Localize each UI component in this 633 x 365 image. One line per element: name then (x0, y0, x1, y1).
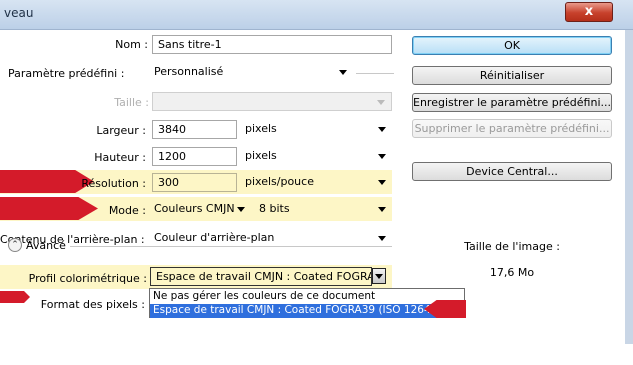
chevron-down-icon (237, 207, 245, 212)
reset-button[interactable]: Réinitialiser (412, 66, 612, 85)
preset-dropdown[interactable]: Personnalisé (149, 63, 353, 82)
bottom-strip (0, 344, 633, 365)
profile-option-no-color-management[interactable]: Ne pas gérer les couleurs de ce document (150, 290, 464, 304)
preset-label: Paramètre prédéfini : (8, 67, 125, 80)
name-field[interactable]: Sans titre-1 (152, 35, 392, 54)
mode-value: Couleurs CMJN (154, 202, 235, 215)
image-size-value: 17,6 Mo (489, 266, 535, 279)
chevron-down-icon (377, 100, 385, 105)
save-preset-button[interactable]: Enregistrer le paramètre prédéfini... (412, 93, 612, 112)
advanced-label[interactable]: Avancé (26, 239, 66, 252)
height-unit-value: pixels (245, 149, 277, 162)
annotation-arrow-resolution (0, 170, 94, 193)
width-unit-dropdown[interactable]: pixels (240, 120, 392, 139)
profile-options-list: Ne pas gérer les couleurs de ce document… (149, 288, 465, 318)
close-button[interactable]: x (565, 2, 613, 22)
ok-button[interactable]: OK (412, 36, 612, 55)
window-titlebar: veau x (0, 0, 633, 30)
chevron-down-icon (378, 180, 386, 185)
mode-dropdown[interactable]: Couleurs CMJN (149, 200, 251, 219)
resolution-field[interactable]: 300 (152, 173, 237, 192)
profile-label: Profil colorimétrique : (28, 272, 147, 285)
size-label: Taille : (114, 96, 149, 109)
mode-label: Mode : (108, 204, 146, 217)
background-value: Couleur d'arrière-plan (154, 231, 275, 244)
profile-dropdown-toggle[interactable] (372, 268, 386, 284)
resolution-unit-value: pixels/pouce (245, 175, 314, 188)
width-unit-value: pixels (245, 122, 277, 135)
chevron-down-icon (378, 154, 386, 159)
preset-separator (356, 73, 394, 74)
annotation-arrow-mode (0, 197, 98, 220)
chevron-down-icon (378, 236, 386, 241)
pixel-format-label: Format des pixels : (40, 298, 145, 311)
bits-dropdown[interactable]: 8 bits (254, 200, 392, 219)
width-label: Largeur : (96, 124, 146, 137)
annotation-arrow-profile (0, 291, 30, 303)
window-frame-edge (625, 30, 633, 365)
chevron-down-icon (339, 70, 347, 75)
expand-collapse-icon[interactable]: ⌃ (8, 238, 22, 252)
height-unit-dropdown[interactable]: pixels (240, 147, 392, 166)
resolution-label: Résolution : (81, 177, 146, 190)
device-central-button[interactable]: Device Central... (412, 162, 612, 181)
bits-value: 8 bits (259, 202, 290, 215)
window-title: veau (4, 6, 34, 20)
image-size-label: Taille de l'image : (464, 240, 560, 253)
chevron-down-icon (378, 127, 386, 132)
resolution-unit-dropdown[interactable]: pixels/pouce (240, 173, 392, 192)
delete-preset-button[interactable]: Supprimer le paramètre prédéfini... (412, 119, 612, 138)
advanced-separator (70, 246, 392, 247)
name-label: Nom : (115, 38, 148, 51)
height-label: Hauteur : (94, 151, 146, 164)
chevron-down-icon (378, 207, 386, 212)
height-field[interactable]: 1200 (152, 147, 237, 166)
width-field[interactable]: 3840 (152, 120, 237, 139)
size-dropdown[interactable] (152, 92, 392, 111)
profile-dropdown[interactable]: Espace de travail CMJN : Coated FOGRA... (150, 267, 372, 286)
profile-option-working-cmyk[interactable]: Espace de travail CMJN : Coated FOGRA39 … (150, 304, 464, 318)
preset-value: Personnalisé (154, 65, 224, 78)
